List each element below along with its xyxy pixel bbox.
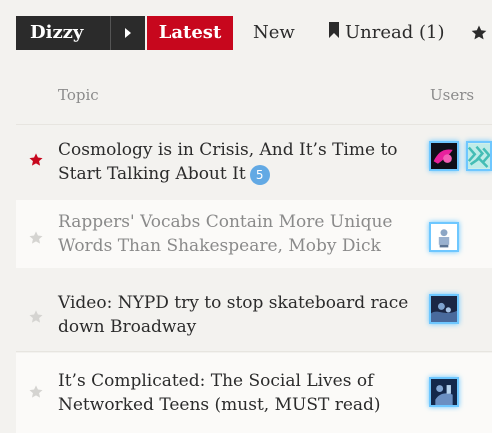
- tab-latest[interactable]: Latest: [147, 16, 233, 50]
- topic-row-complicated[interactable]: It’s Complicated: The Social Lives of Ne…: [16, 353, 492, 433]
- tab-unread[interactable]: Unread (1): [328, 16, 445, 50]
- topic-row-rappers[interactable]: Rappers' Vocabs Contain More Unique Word…: [16, 200, 492, 268]
- column-header-users[interactable]: Users: [430, 86, 474, 104]
- category-breadcrumb[interactable]: Dizzy: [16, 16, 145, 50]
- chevron-right-icon[interactable]: [110, 16, 145, 50]
- star-icon[interactable]: [28, 230, 44, 246]
- topic-row-cosmology[interactable]: Cosmology is in Crisis, And It’s Time to…: [16, 128, 492, 196]
- top-navigation: Dizzy Latest New Unread (1): [0, 0, 492, 66]
- star-icon: [471, 25, 487, 40]
- row-divider: [16, 124, 492, 125]
- topic-title[interactable]: It’s Complicated: The Social Lives of Ne…: [58, 369, 426, 417]
- star-icon[interactable]: [28, 384, 44, 400]
- tab-new[interactable]: New: [253, 16, 295, 50]
- bookmark-icon: [328, 16, 340, 50]
- topic-title[interactable]: Cosmology is in Crisis, And It’s Time to…: [58, 138, 426, 186]
- star-icon[interactable]: [28, 152, 44, 168]
- avatar[interactable]: [429, 222, 459, 252]
- avatar[interactable]: [429, 141, 459, 171]
- star-icon[interactable]: [28, 309, 44, 325]
- row-divider: [16, 351, 492, 352]
- avatar[interactable]: [429, 294, 459, 324]
- avatar[interactable]: [429, 377, 459, 407]
- topic-title[interactable]: Rappers' Vocabs Contain More Unique Word…: [58, 210, 426, 258]
- tab-starred[interactable]: [470, 16, 488, 50]
- unread-count-badge[interactable]: 5: [249, 164, 270, 185]
- column-header-topic[interactable]: Topic: [58, 86, 99, 104]
- avatar[interactable]: [466, 141, 492, 171]
- topic-row-nypd-video[interactable]: Video: NYPD try to stop skateboard race …: [16, 281, 492, 349]
- tab-unread-label: Unread (1): [345, 22, 445, 43]
- topic-title-text[interactable]: Cosmology is in Crisis, And It’s Time to…: [58, 140, 398, 184]
- category-label[interactable]: Dizzy: [16, 16, 110, 50]
- topic-title[interactable]: Video: NYPD try to stop skateboard race …: [58, 291, 426, 339]
